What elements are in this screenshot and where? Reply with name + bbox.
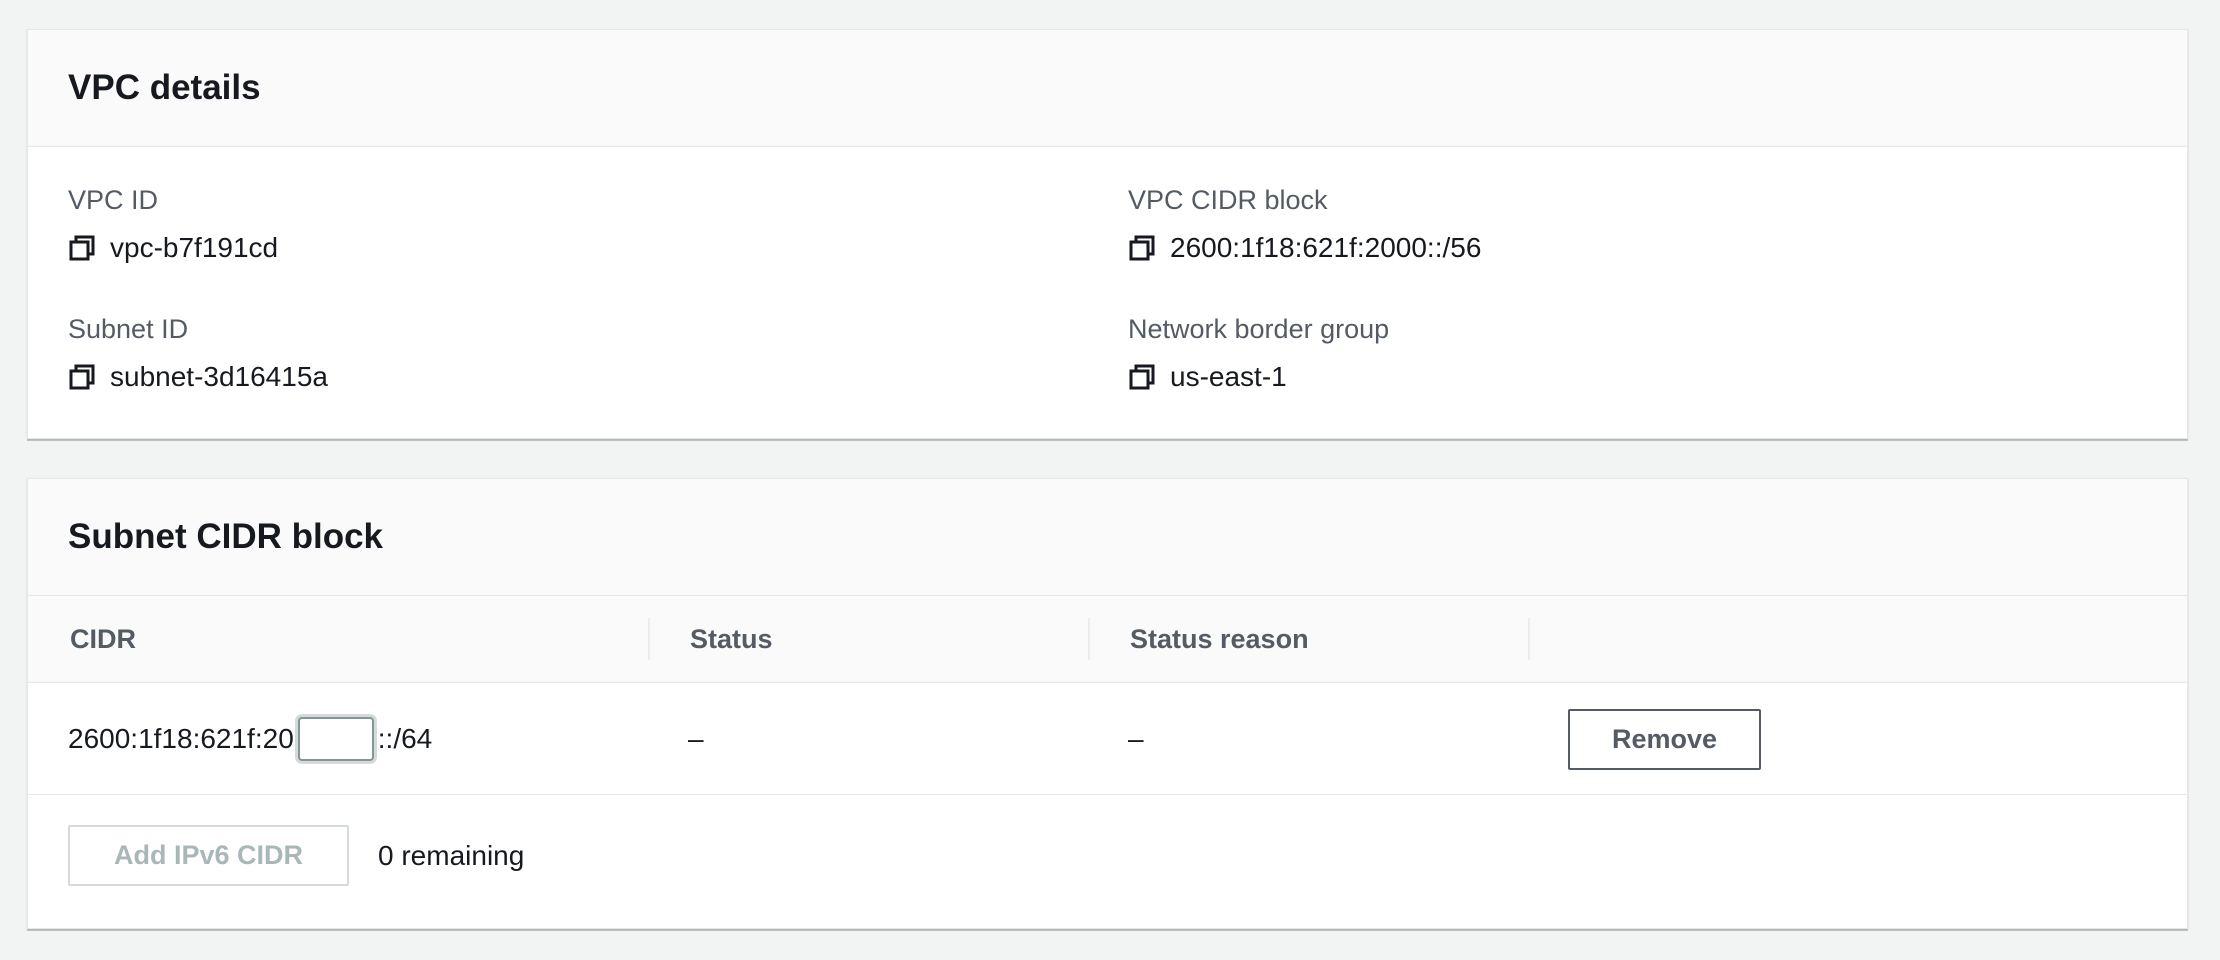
network-border-group-value-row: us-east-1	[1128, 360, 1389, 394]
column-header-status[interactable]: Status	[690, 596, 773, 683]
subnet-id-label: Subnet ID	[68, 314, 189, 344]
cidr-hex-input[interactable]	[297, 717, 374, 761]
subnet-id-value: subnet-3d16415a	[110, 361, 328, 392]
column-divider	[648, 618, 650, 660]
cidr-footer: Add IPv6 CIDR 0 remaining	[28, 795, 2187, 925]
table-row: 2600:1f18:621f:20 ::/64 – – Remove	[28, 683, 2187, 795]
network-border-group-value: us-east-1	[1170, 361, 1287, 392]
copy-icon[interactable]	[1128, 363, 1156, 391]
cidr-cell: 2600:1f18:621f:20 ::/64	[68, 683, 432, 795]
status-reason-cell: –	[1128, 723, 1144, 754]
column-header-status-reason[interactable]: Status reason	[1130, 596, 1309, 683]
copy-icon[interactable]	[1128, 234, 1156, 262]
column-divider	[1088, 618, 1090, 660]
vpc-cidr-field: VPC CIDR block 2600:1f18:621f:2000::/56	[1128, 183, 1481, 265]
add-ipv6-cidr-button[interactable]: Add IPv6 CIDR	[68, 825, 349, 886]
subnet-cidr-panel: Subnet CIDR block CIDR Status Status rea…	[27, 478, 2188, 929]
network-border-group-field: Network border group us-east-1	[1128, 312, 1389, 394]
vpc-details-panel: VPC details VPC ID vpc-b7f191cd VPC CIDR…	[27, 29, 2188, 439]
copy-icon[interactable]	[68, 363, 96, 391]
remaining-count: 0 remaining	[378, 839, 525, 871]
cidr-prefix: 2600:1f18:621f:20	[68, 723, 294, 754]
copy-icon[interactable]	[68, 234, 96, 262]
vpc-details-title: VPC details	[68, 68, 261, 107]
column-header-cidr[interactable]: CIDR	[70, 596, 136, 683]
status-cell: –	[688, 723, 704, 754]
vpc-cidr-label: VPC CIDR block	[1128, 185, 1328, 215]
remove-button[interactable]: Remove	[1568, 708, 1761, 770]
vpc-id-label: VPC ID	[68, 185, 159, 215]
column-divider	[1528, 618, 1530, 660]
cidr-table-header: CIDR Status Status reason	[28, 596, 2187, 683]
vpc-id-field: VPC ID vpc-b7f191cd	[68, 183, 278, 265]
subnet-id-field: Subnet ID subnet-3d16415a	[68, 312, 328, 394]
vpc-id-value-row: vpc-b7f191cd	[68, 231, 278, 265]
vpc-cidr-value: 2600:1f18:621f:2000::/56	[1170, 232, 1482, 263]
vpc-details-header: VPC details	[28, 30, 2187, 147]
vpc-cidr-value-row: 2600:1f18:621f:2000::/56	[1128, 231, 1481, 265]
subnet-id-value-row: subnet-3d16415a	[68, 360, 328, 394]
subnet-cidr-title: Subnet CIDR block	[68, 517, 384, 556]
vpc-id-value: vpc-b7f191cd	[110, 232, 279, 263]
cidr-suffix: ::/64	[377, 723, 433, 754]
network-border-group-label: Network border group	[1128, 314, 1390, 344]
remove-cell: Remove	[1568, 683, 1761, 795]
subnet-cidr-header: Subnet CIDR block	[28, 479, 2187, 596]
